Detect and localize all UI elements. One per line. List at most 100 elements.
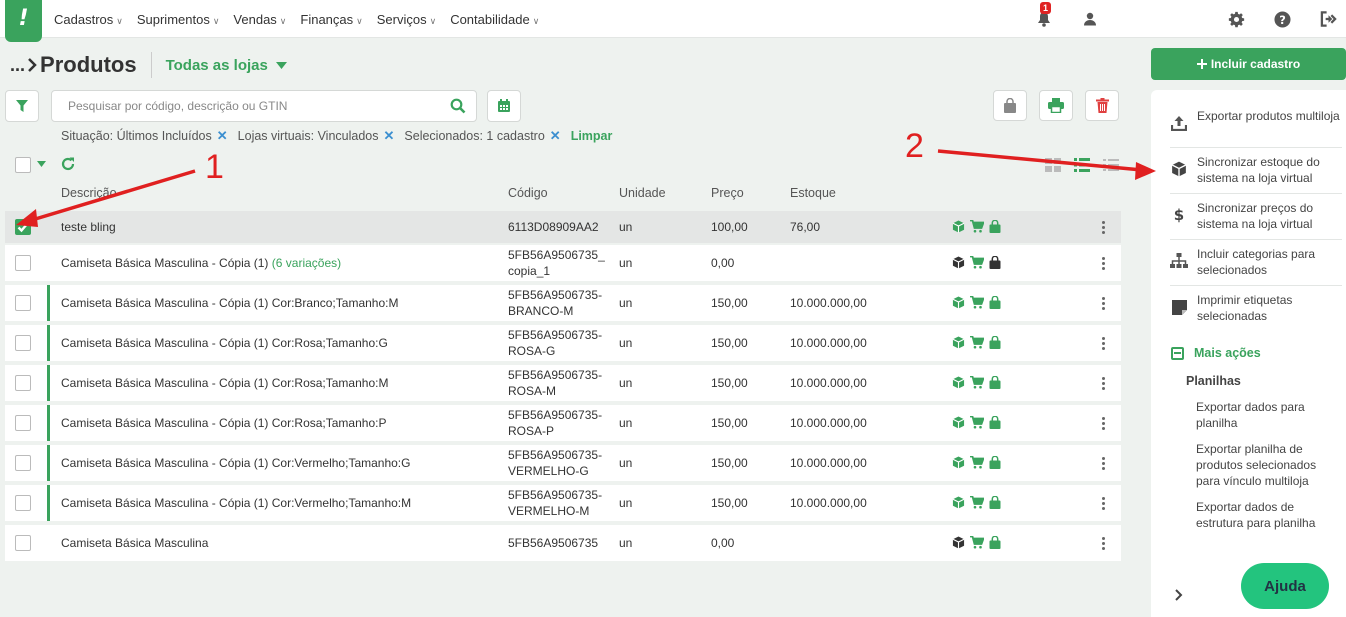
row-checkbox[interactable] <box>15 295 31 311</box>
table-row[interactable]: Camiseta Básica Masculina - Cópia (1) Co… <box>5 365 1121 403</box>
shopping-bag-icon[interactable] <box>989 536 1001 549</box>
row-checkbox[interactable] <box>15 455 31 471</box>
description-text[interactable]: Camiseta Básica Masculina - Cópia (1) Co… <box>61 416 386 430</box>
cart-icon[interactable] <box>970 456 984 469</box>
print-button[interactable] <box>1039 90 1073 121</box>
product-description[interactable]: Camiseta Básica Masculina <box>61 535 208 551</box>
search-icon[interactable] <box>450 98 466 114</box>
row-checkbox[interactable] <box>15 535 31 551</box>
logout-icon[interactable] <box>1317 8 1339 30</box>
help-button[interactable]: Ajuda <box>1241 563 1329 609</box>
search-box[interactable] <box>51 90 477 122</box>
breadcrumb-ellipsis[interactable]: ... <box>10 55 25 76</box>
table-row[interactable]: teste bling 6113D08909AA2 un 100,00 76,00 <box>5 211 1121 245</box>
box-icon[interactable] <box>952 256 965 269</box>
cart-icon[interactable] <box>970 416 984 429</box>
box-icon[interactable] <box>952 456 965 469</box>
list-view-icon[interactable] <box>1074 158 1090 172</box>
description-text[interactable]: Camiseta Básica Masculina - Cópia (1) Co… <box>61 376 388 390</box>
table-row[interactable]: Camiseta Básica Masculina - Cópia (1) Co… <box>5 405 1121 443</box>
table-row[interactable]: Camiseta Básica Masculina - Cópia (1) (6… <box>5 245 1121 283</box>
box-icon[interactable] <box>952 496 965 509</box>
column-header-stock[interactable]: Estoque <box>790 186 836 200</box>
column-header-description[interactable]: Descrição <box>61 186 117 200</box>
cart-icon[interactable] <box>970 336 984 349</box>
product-description[interactable]: Camiseta Básica Masculina - Cópia (1) (6… <box>61 255 341 271</box>
shopping-bag-icon[interactable] <box>989 456 1001 469</box>
action-sitemap[interactable]: Incluir categorias para selecionados <box>1170 246 1342 278</box>
cart-icon[interactable] <box>970 220 984 233</box>
product-description[interactable]: Camiseta Básica Masculina - Cópia (1) Co… <box>61 495 411 511</box>
column-header-unit[interactable]: Unidade <box>619 186 666 200</box>
row-menu-kebab-icon[interactable] <box>1099 497 1107 511</box>
spreadsheet-action[interactable]: Exportar planilha de produtos selecionad… <box>1196 441 1336 489</box>
row-menu-kebab-icon[interactable] <box>1099 457 1107 471</box>
help-icon[interactable]: ? <box>1271 8 1293 30</box>
table-row[interactable]: Camiseta Básica Masculina - Cópia (1) Co… <box>5 445 1121 483</box>
table-row[interactable]: Camiseta Básica Masculina - Cópia (1) Co… <box>5 325 1121 363</box>
row-checkbox[interactable] <box>15 219 31 235</box>
description-text[interactable]: Camiseta Básica Masculina - Cópia (1) Co… <box>61 456 410 470</box>
cart-icon[interactable] <box>970 256 984 269</box>
menu-item[interactable]: Cadastros ∨ <box>54 12 123 27</box>
filter-button[interactable] <box>5 90 39 122</box>
row-menu-kebab-icon[interactable] <box>1099 377 1107 391</box>
app-logo[interactable]: ! <box>5 0 42 42</box>
column-header-price[interactable]: Preço <box>711 186 744 200</box>
row-checkbox[interactable] <box>15 415 31 431</box>
box-icon[interactable] <box>952 536 965 549</box>
column-header-code[interactable]: Código <box>508 186 548 200</box>
box-icon[interactable] <box>952 376 965 389</box>
shopping-bag-icon[interactable] <box>989 496 1001 509</box>
more-actions-toggle[interactable]: Mais ações <box>1171 346 1261 360</box>
description-text[interactable]: Camiseta Básica Masculina - Cópia (1) Co… <box>61 336 388 350</box>
caret-down-icon[interactable] <box>275 61 287 69</box>
shopping-bag-icon[interactable] <box>989 296 1001 309</box>
cart-icon[interactable] <box>970 376 984 389</box>
product-description[interactable]: Camiseta Básica Masculina - Cópia (1) Co… <box>61 455 410 471</box>
gear-icon[interactable] <box>1225 8 1247 30</box>
grid-view-icon[interactable] <box>1045 158 1061 172</box>
box-icon[interactable] <box>952 220 965 233</box>
cart-icon[interactable] <box>970 296 984 309</box>
remove-filter-icon[interactable]: ✕ <box>384 128 395 144</box>
row-menu-kebab-icon[interactable] <box>1099 257 1107 271</box>
search-input[interactable] <box>52 91 442 121</box>
shopping-bag-icon[interactable] <box>989 416 1001 429</box>
table-row[interactable]: Camiseta Básica Masculina - Cópia (1) Co… <box>5 285 1121 323</box>
description-text[interactable]: Camiseta Básica Masculina <box>61 536 208 550</box>
include-record-button[interactable]: Incluir cadastro <box>1151 48 1346 80</box>
box-icon[interactable] <box>952 416 965 429</box>
action-dollar[interactable]: $ Sincronizar preços do sistema na loja v… <box>1170 200 1342 232</box>
menu-item[interactable]: Serviços ∨ <box>377 12 436 27</box>
row-checkbox[interactable] <box>15 375 31 391</box>
row-menu-kebab-icon[interactable] <box>1099 221 1107 235</box>
refresh-icon[interactable] <box>60 156 76 172</box>
delete-button[interactable] <box>1085 90 1119 121</box>
product-description[interactable]: Camiseta Básica Masculina - Cópia (1) Co… <box>61 415 386 431</box>
row-menu-kebab-icon[interactable] <box>1099 297 1107 311</box>
table-row[interactable]: Camiseta Básica Masculina 5FB56A9506735 un… <box>5 525 1121 563</box>
product-description[interactable]: Camiseta Básica Masculina - Cópia (1) Co… <box>61 295 398 311</box>
row-menu-kebab-icon[interactable] <box>1099 337 1107 351</box>
menu-item[interactable]: Suprimentos ∨ <box>137 12 220 27</box>
row-menu-kebab-icon[interactable] <box>1099 417 1107 431</box>
description-text[interactable]: teste bling <box>61 220 116 234</box>
remove-filter-icon[interactable]: ✕ <box>217 128 228 144</box>
select-options-caret-icon[interactable] <box>37 161 46 167</box>
row-checkbox[interactable] <box>15 255 31 271</box>
cart-icon[interactable] <box>970 536 984 549</box>
spreadsheet-action[interactable]: Exportar dados para planilha <box>1196 399 1336 431</box>
cart-icon[interactable] <box>970 496 984 509</box>
action-label[interactable]: Imprimir etiquetas selecionadas <box>1170 292 1342 324</box>
product-description[interactable]: Camiseta Básica Masculina - Cópia (1) Co… <box>61 375 388 391</box>
menu-item[interactable]: Finanças ∨ <box>300 12 362 27</box>
shopping-bag-icon[interactable] <box>989 220 1001 233</box>
shopping-bag-icon[interactable] <box>989 336 1001 349</box>
clear-filters-link[interactable]: Limpar <box>571 129 613 143</box>
description-text[interactable]: Camiseta Básica Masculina - Cópia (1) <box>61 256 268 270</box>
menu-item[interactable]: Contabilidade ∨ <box>450 12 539 27</box>
row-checkbox[interactable] <box>15 495 31 511</box>
row-checkbox[interactable] <box>15 335 31 351</box>
product-description[interactable]: Camiseta Básica Masculina - Cópia (1) Co… <box>61 335 388 351</box>
